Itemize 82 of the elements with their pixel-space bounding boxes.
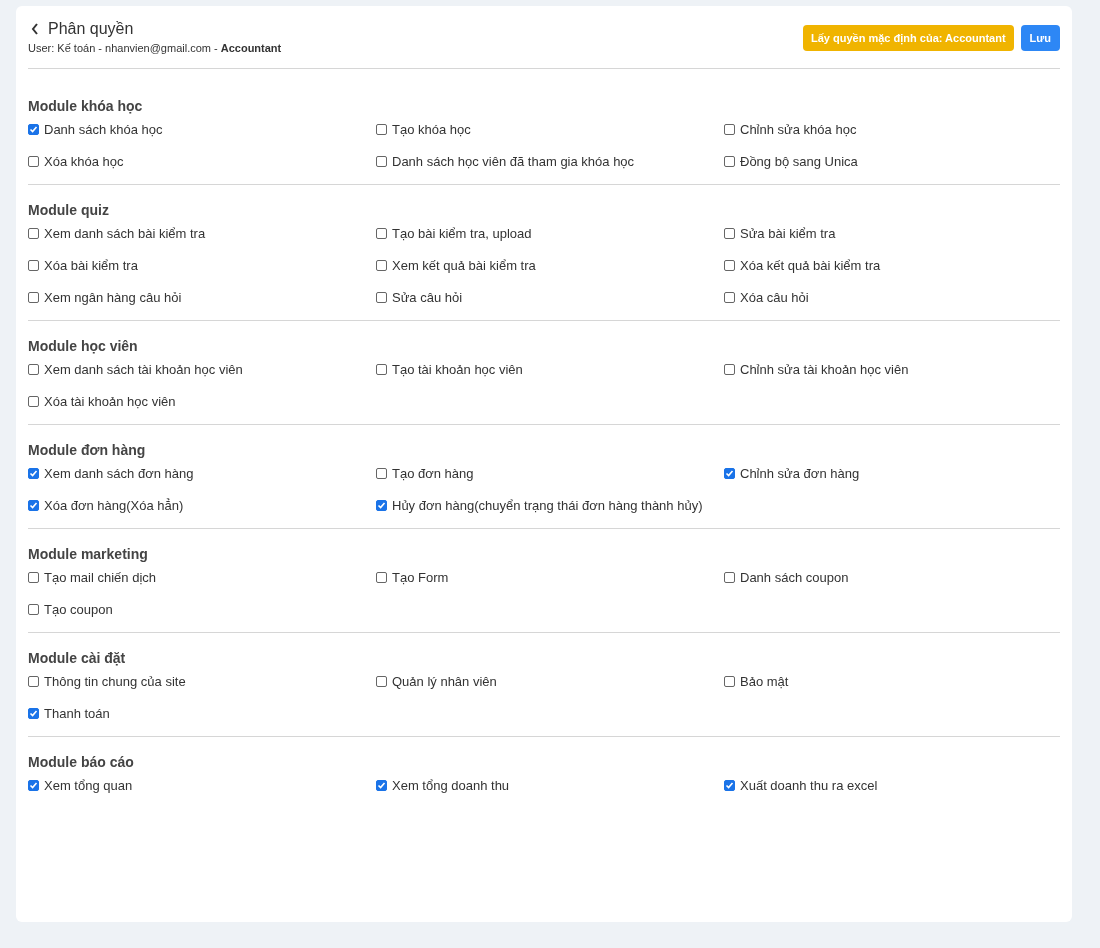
save-button[interactable]: Lưu — [1020, 25, 1060, 51]
back-chevron-icon[interactable] — [31, 23, 39, 35]
checkbox[interactable] — [28, 259, 39, 271]
permission-label: Xem kết quả bài kiểm tra — [392, 257, 536, 273]
permission-label: Xuất doanh thu ra excel — [740, 777, 878, 793]
checkbox[interactable] — [724, 467, 735, 479]
permission-label: Hủy đơn hàng(chuyển trạng thái đơn hàng thành hủy) — [392, 497, 703, 513]
permission-label: Xem danh sách bài kiểm tra — [44, 225, 206, 241]
permission-label: Danh sách khóa học — [44, 121, 163, 137]
checkbox[interactable] — [28, 395, 39, 407]
checkbox[interactable] — [376, 291, 387, 303]
checkbox[interactable] — [376, 363, 387, 375]
checkbox[interactable] — [28, 675, 39, 687]
user-info: User: Kế toán - nhanvien@gmail.com - Accountant — [28, 42, 282, 54]
checkbox[interactable] — [724, 675, 735, 687]
permission-label: Xem tổng quan — [44, 777, 133, 793]
checkbox[interactable] — [28, 123, 39, 135]
permission-label: Xóa tài khoản học viên — [44, 393, 176, 409]
checkbox[interactable] — [724, 571, 735, 583]
permission-label: Xem danh sách tài khoản học viên — [44, 361, 243, 377]
checkbox[interactable] — [724, 259, 735, 271]
checkbox[interactable] — [28, 603, 39, 615]
permission-label: Xóa khóa học — [44, 153, 124, 169]
permission-label: Đồng bộ sang Unica — [740, 153, 858, 169]
default-permissions-button[interactable]: Lấy quyền mặc định của: Accountant — [803, 25, 1014, 51]
page-title: Phân quyền — [48, 20, 134, 38]
permission-label: Tạo khóa học — [392, 121, 471, 137]
module-title: Module báo cáo — [28, 754, 135, 770]
checkbox[interactable] — [28, 499, 39, 511]
checkbox[interactable] — [724, 227, 735, 239]
checkbox[interactable] — [724, 123, 735, 135]
module-title: Module học viên — [28, 338, 139, 354]
permission-label: Chỉnh sửa khóa học — [740, 121, 857, 137]
permission-label: Tạo Form — [392, 569, 449, 585]
checkbox[interactable] — [724, 291, 735, 303]
checkbox[interactable] — [376, 467, 387, 479]
permission-label: Tạo mail chiến dịch — [44, 569, 156, 585]
permission-label: Xem danh sách đơn hàng — [44, 465, 194, 481]
checkbox[interactable] — [376, 259, 387, 271]
permission-label: Tạo bài kiểm tra, upload — [392, 225, 532, 241]
permission-label: Xem tổng doanh thu — [392, 777, 510, 793]
checkbox[interactable] — [376, 227, 387, 239]
checkbox[interactable] — [28, 707, 39, 719]
checkbox[interactable] — [28, 571, 39, 583]
checkbox[interactable] — [376, 571, 387, 583]
permission-label: Thanh toán — [44, 705, 110, 721]
module-title: Module cài đặt — [28, 650, 127, 666]
permission-label: Chỉnh sửa tài khoản học viên — [740, 361, 909, 377]
checkbox[interactable] — [28, 779, 39, 791]
module-title: Module khóa học — [28, 98, 144, 114]
checkbox[interactable] — [376, 155, 387, 167]
permission-label: Xóa câu hỏi — [740, 289, 809, 305]
permission-label: Bảo mật — [740, 673, 789, 689]
module-title: Module marketing — [28, 546, 149, 562]
permission-label: Tạo đơn hàng — [392, 465, 474, 481]
checkbox[interactable] — [724, 779, 735, 791]
permission-label: Tạo tài khoản học viên — [392, 361, 523, 377]
permission-label: Danh sách coupon — [740, 569, 849, 585]
checkbox[interactable] — [376, 779, 387, 791]
permission-label: Xóa đơn hàng(Xóa hẳn) — [44, 497, 184, 513]
permission-label: Sửa câu hỏi — [392, 289, 463, 305]
checkbox[interactable] — [724, 155, 735, 167]
permission-label: Tạo coupon — [44, 601, 113, 617]
permission-label: Sửa bài kiểm tra — [740, 225, 836, 241]
checkbox[interactable] — [28, 291, 39, 303]
checkbox[interactable] — [376, 675, 387, 687]
module-title: Module quiz — [28, 202, 110, 218]
checkbox[interactable] — [28, 155, 39, 167]
checkbox[interactable] — [28, 227, 39, 239]
permission-label: Xóa kết quả bài kiểm tra — [740, 257, 881, 273]
permission-label: Danh sách học viên đã tham gia khóa học — [392, 153, 635, 169]
checkbox[interactable] — [28, 363, 39, 375]
permission-label: Chỉnh sửa đơn hàng — [740, 465, 860, 481]
permission-label: Xóa bài kiểm tra — [44, 257, 138, 273]
module-title: Module đơn hàng — [28, 442, 147, 458]
permission-label: Xem ngân hàng câu hỏi — [44, 289, 182, 305]
permission-label: Quản lý nhân viên — [392, 673, 497, 689]
checkbox[interactable] — [376, 123, 387, 135]
checkbox[interactable] — [724, 363, 735, 375]
checkbox[interactable] — [28, 467, 39, 479]
checkbox[interactable] — [376, 499, 387, 511]
permission-label: Thông tin chung của site — [44, 673, 186, 689]
